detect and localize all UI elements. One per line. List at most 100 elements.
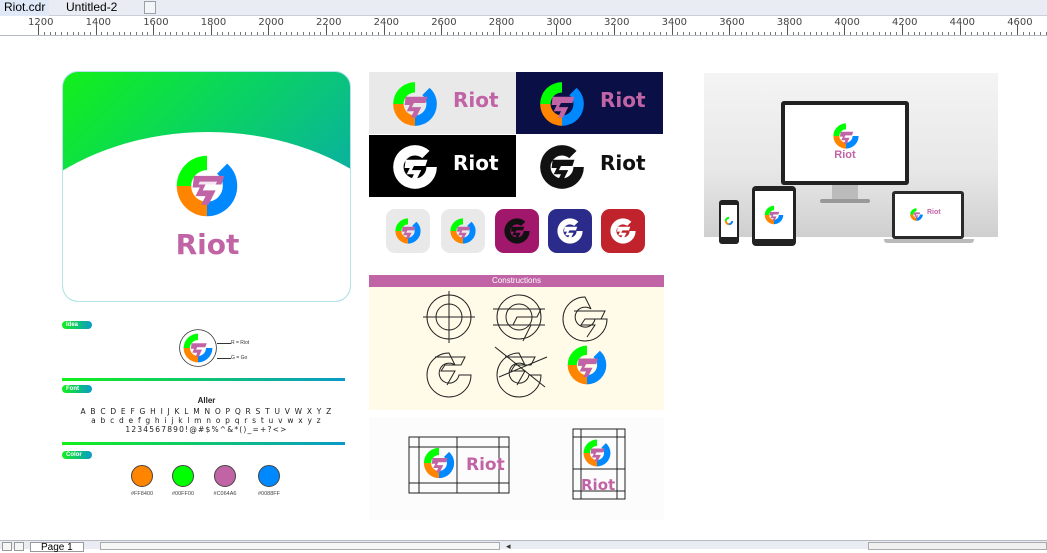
ruler-minor-tick [878, 32, 880, 35]
new-tab-button[interactable] [144, 1, 156, 14]
swatch-green[interactable] [172, 465, 194, 487]
ruler-label: 2400 [373, 17, 400, 28]
g-note: G = Go [231, 355, 248, 361]
ruler-minor-tick [619, 32, 621, 35]
ruler-minor-tick [781, 32, 783, 35]
ruler-minor-tick [740, 32, 742, 35]
ruler-minor-tick [988, 32, 990, 35]
ruler-minor-tick [43, 32, 45, 35]
ruler-minor-tick [694, 32, 696, 35]
ruler-minor-tick [821, 32, 823, 35]
scroll-left-arrow-icon[interactable]: ◂ [506, 541, 511, 552]
ruler-minor-tick [625, 32, 627, 35]
swatch-label-magenta: #C064A6 [213, 491, 237, 497]
ruler-label: 2200 [316, 17, 342, 28]
ruler-minor-tick [758, 32, 759, 35]
ruler-minor-tick [804, 32, 806, 35]
clearspace-diagrams [408, 428, 626, 500]
variant-white-black[interactable]: Riot [369, 135, 516, 197]
ruler-major-tick [614, 25, 615, 35]
ruler-minor-tick [49, 32, 51, 35]
main-logo-card[interactable]: Riot [62, 71, 351, 302]
clearspace-panel[interactable]: Riot Riot [369, 417, 664, 520]
ruler-minor-tick [567, 32, 569, 35]
ruler-minor-tick [994, 32, 996, 35]
swatch-magenta[interactable] [214, 465, 236, 487]
ruler-minor-tick [982, 32, 984, 35]
ruler-minor-tick [170, 32, 172, 35]
ruler-minor-tick [855, 32, 857, 35]
ruler-minor-tick [481, 32, 483, 35]
ruler-label: 2000 [258, 17, 284, 28]
main-brand-name: Riot [175, 228, 240, 261]
ruler-minor-tick [746, 32, 748, 35]
constructions-title: Constructions [369, 275, 664, 287]
drawing-canvas[interactable]: Riot Idea R = Riot G = Go Font Aller A B… [0, 37, 1047, 540]
ruler-minor-tick [585, 32, 587, 35]
ruler-major-tick [498, 25, 500, 35]
ruler-minor-tick [475, 32, 477, 35]
variant-name: Riot [600, 151, 646, 175]
variant-color-dark[interactable]: Riot [516, 72, 663, 134]
swatch-blue[interactable] [258, 465, 280, 487]
ruler-minor-tick [504, 32, 506, 35]
ruler-minor-tick [366, 32, 368, 35]
add-page-icon[interactable] [14, 542, 24, 551]
page-tab-1[interactable]: Page 1 [30, 542, 84, 553]
ruler-label: 3600 [719, 17, 745, 28]
ruler-minor-tick [78, 32, 80, 35]
clearspace-brand-horizontal: Riot [466, 455, 505, 475]
r-note-leader [217, 343, 231, 344]
ruler-label: 2800 [488, 17, 515, 28]
ruler-minor-tick [1011, 32, 1013, 35]
device-mockup-image[interactable]: Riot Riot [704, 73, 998, 246]
app-icon-color-2[interactable] [441, 209, 485, 253]
ruler-minor-tick [130, 32, 132, 35]
g-note-leader [217, 358, 231, 359]
tab-untitled-2[interactable]: Untitled-2 [62, 0, 121, 16]
tablet-device [752, 186, 796, 246]
swatch-orange[interactable] [131, 465, 153, 487]
font-lowercase-row: a b c d e f g h i j k l m n o p q r s t … [91, 416, 322, 425]
monitor-stand [832, 185, 858, 199]
ruler-minor-tick [89, 32, 91, 35]
ruler-major-tick [671, 25, 673, 35]
ruler-minor-tick [516, 32, 518, 35]
ruler-minor-tick [965, 32, 967, 35]
variant-logo-icon [536, 78, 588, 135]
app-icon-red[interactable] [601, 209, 645, 253]
ruler-minor-tick [193, 32, 195, 35]
ruler-minor-tick [239, 32, 241, 35]
ruler-minor-tick [423, 32, 425, 35]
ruler-minor-tick [706, 32, 708, 35]
ruler-minor-tick [665, 32, 667, 35]
ruler-minor-tick [642, 32, 644, 35]
horizontal-ruler[interactable]: 1200 1400 1600 1800 2000 2200 2400 2600 2800 3000… [0, 16, 1047, 36]
ruler-minor-tick [343, 32, 345, 35]
app-icon-navy[interactable] [548, 209, 592, 253]
ruler-minor-tick [245, 32, 247, 35]
ruler-minor-tick [251, 32, 253, 35]
color-section-label: Color [62, 451, 92, 459]
brand-guide-panel[interactable]: Idea R = Riot G = Go Font Aller A B C D … [62, 317, 351, 507]
swatch-label-blue: #0088FF [257, 491, 280, 497]
ruler-minor-tick [487, 32, 489, 35]
tab-riot-cdr[interactable]: Riot.cdr [0, 0, 50, 16]
ruler-minor-tick [164, 32, 166, 35]
variant-black-white[interactable]: Riot [516, 135, 663, 197]
first-page-button[interactable] [2, 542, 12, 551]
ruler-minor-tick [55, 32, 57, 35]
ruler-minor-tick [867, 32, 869, 35]
ruler-label: 3800 [776, 17, 803, 28]
variant-color-light[interactable]: Riot [369, 72, 516, 134]
ruler-label: 1600 [143, 17, 169, 28]
constructions-panel[interactable]: Constructions [369, 275, 664, 410]
font-uppercase-row: A B C D E F G H I J K L M N O P Q R S T … [80, 407, 333, 416]
ruler-minor-tick [510, 32, 512, 35]
ruler-minor-tick [562, 32, 564, 35]
app-icon-magenta[interactable] [495, 209, 539, 253]
ruler-minor-tick [573, 32, 575, 35]
app-icon-color-1[interactable] [386, 209, 430, 253]
ruler-minor-tick [216, 32, 218, 35]
ruler-minor-tick [838, 32, 840, 35]
